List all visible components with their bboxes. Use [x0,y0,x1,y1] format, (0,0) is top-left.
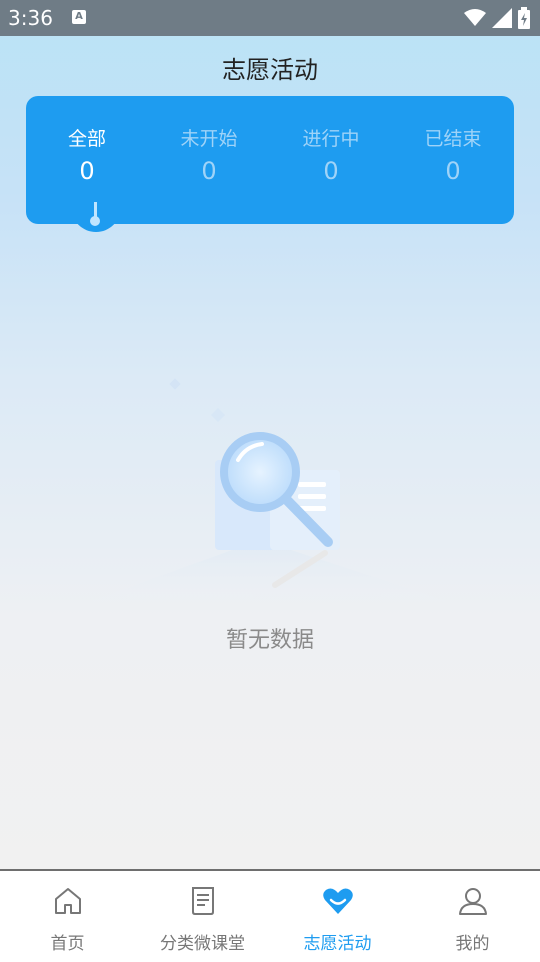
tab-label: 全部 [67,128,106,150]
tab-label: 未开始 [180,128,238,150]
wifi-icon [464,9,486,26]
tab-not-started[interactable]: 未开始 0 [148,124,270,185]
nav-label: 志愿活动 [303,934,372,954]
empty-state-text: 暂无数据 [225,628,314,653]
battery-charging-icon [518,7,530,29]
nav-item-category-class[interactable]: 分类微课堂 [135,871,270,962]
status-icons [464,7,530,29]
nav-item-volunteer[interactable]: 志愿活动 [270,871,405,962]
nav-item-mine[interactable]: 我的 [405,871,540,962]
nav-label: 我的 [455,934,490,954]
home-icon [55,888,81,914]
tab-all[interactable]: 全部 0 [26,124,148,185]
user-icon [459,888,487,915]
status-bar: 3:36 A [0,0,540,36]
status-tabs: 全部 0 未开始 0 进行中 0 已结束 0 [26,96,514,232]
tab-finished[interactable]: 已结束 0 [392,124,514,185]
signal-icon [492,8,512,28]
heart-icon [323,888,353,914]
nav-label: 分类微课堂 [160,934,245,954]
a-icon: A [72,10,86,24]
tab-in-progress[interactable]: 进行中 0 [270,124,392,185]
tab-count: 0 [79,157,95,185]
document-list-icon [192,887,214,915]
status-time: 3:36 [8,6,53,30]
tab-label: 已结束 [424,128,482,150]
tab-count: 0 [201,157,217,185]
nav-label: 首页 [50,934,85,954]
tab-label: 进行中 [302,128,360,150]
active-tab-indicator [71,202,121,232]
tab-count: 0 [323,157,339,185]
nav-item-home[interactable]: 首页 [0,871,135,962]
bottom-nav: 首页 分类微课堂 志愿活动 我的 [0,869,540,962]
magnifier-document-icon [80,378,460,605]
page-title: 志愿活动 [222,56,318,84]
tab-count: 0 [445,157,461,185]
